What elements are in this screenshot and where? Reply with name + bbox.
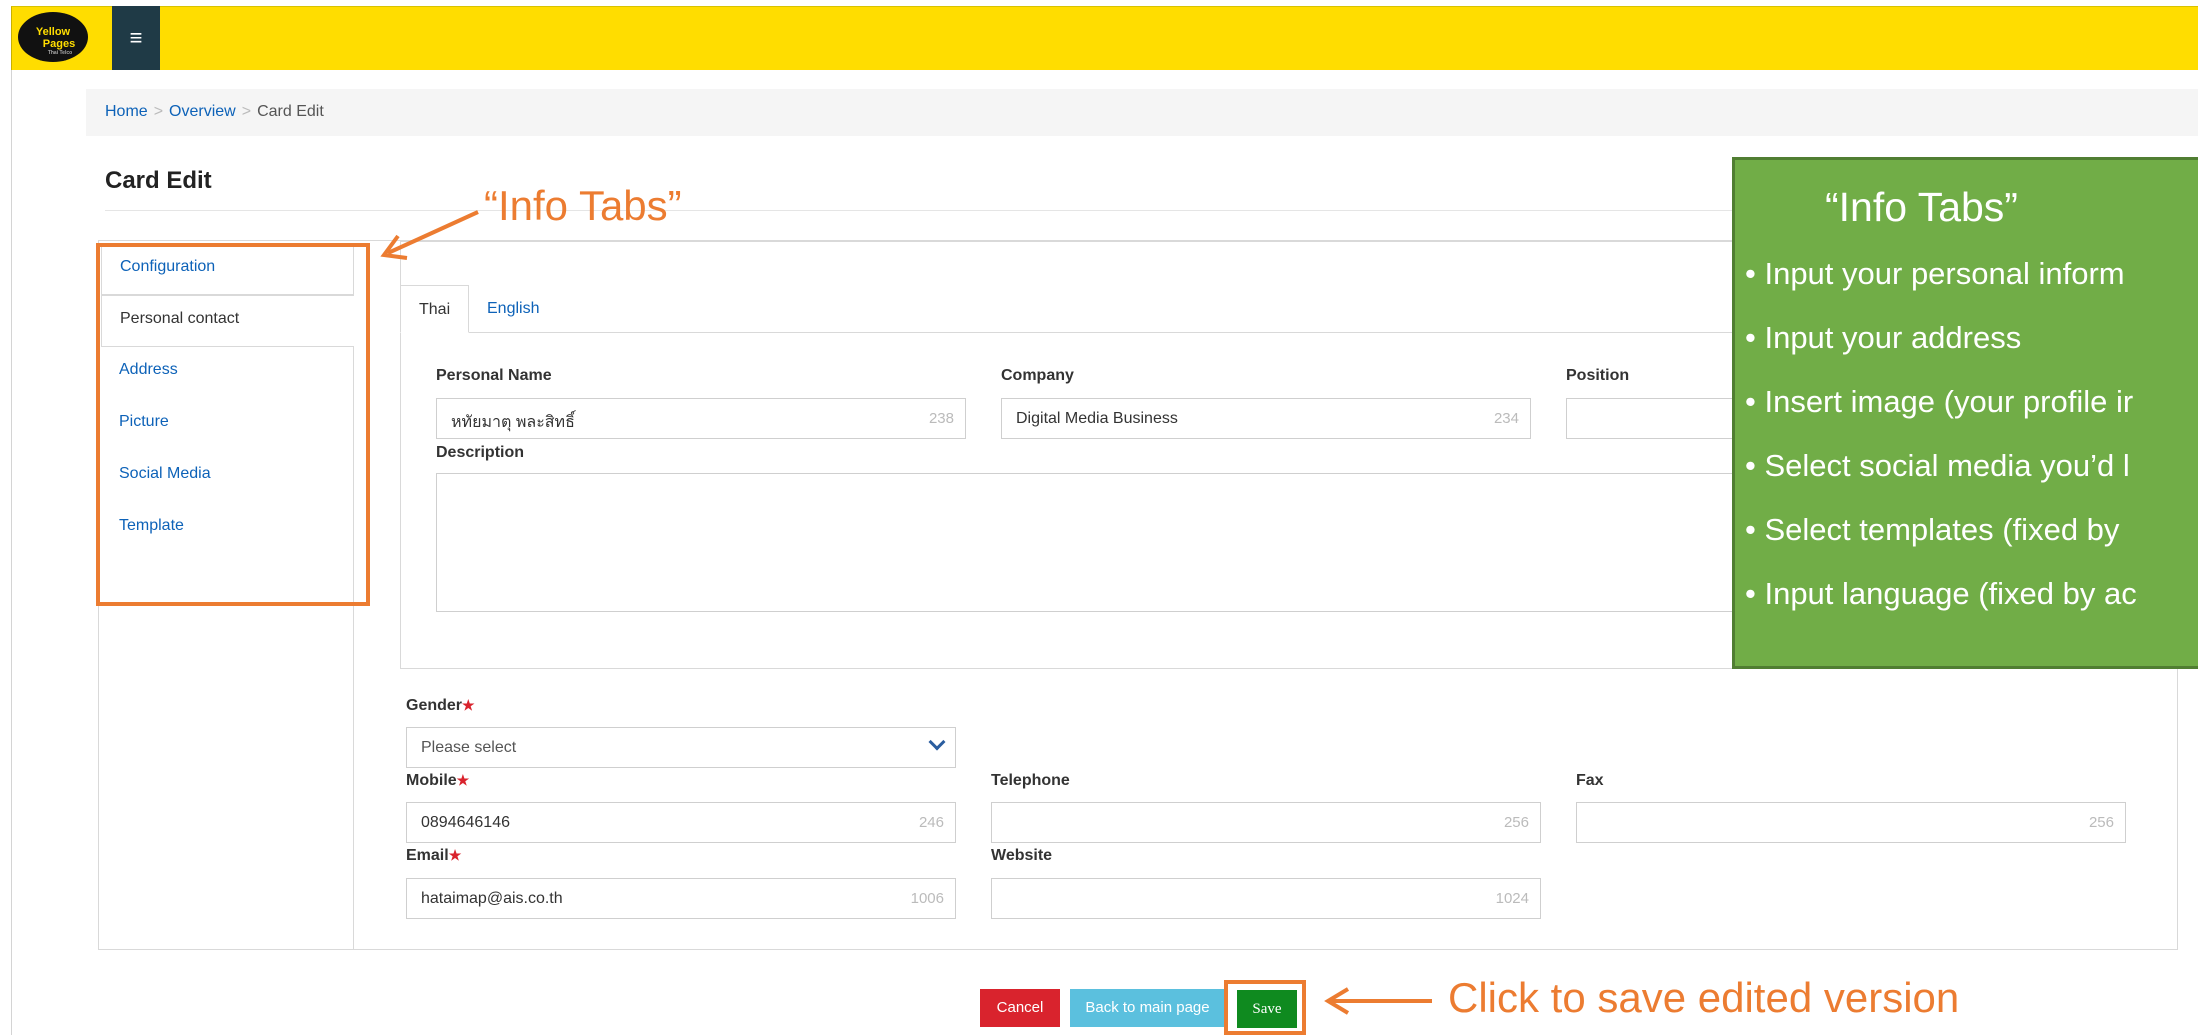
personal-name-counter: 238 [928, 410, 954, 427]
gender-select[interactable]: Please select [406, 727, 956, 768]
personal-name-value: หทัยมาตุ พละสิทธิ์ [451, 414, 575, 431]
breadcrumb-separator: > [153, 103, 164, 120]
fax-counter: 256 [2088, 814, 2114, 831]
mobile-counter: 246 [918, 814, 944, 831]
save-callout: Click to save edited version [1448, 974, 1960, 1021]
top-header-bar [11, 6, 2198, 70]
logo-text-line1: Yellow [35, 26, 71, 38]
gender-label-text: Gender [406, 697, 463, 714]
page-left-border [11, 70, 12, 1035]
tab-english[interactable]: English [469, 285, 557, 333]
position-label: Position [1566, 367, 1630, 384]
website-label: Website [991, 847, 1053, 864]
email-input[interactable]: hataimap@ais.co.th 1006 [406, 878, 956, 919]
mobile-input[interactable]: 0894646146 246 [406, 802, 956, 843]
page-title: Card Edit [105, 167, 212, 194]
save-highlight-box [1224, 980, 1306, 1035]
mobile-label: Mobile★ [406, 772, 469, 790]
logo-text-line2: Pages [42, 38, 76, 50]
explanation-item: • Select templates (fixed by [1745, 512, 2120, 547]
explanation-item: • Input your personal inform [1745, 256, 2125, 291]
explanation-item: • Insert image (your profile ir [1745, 384, 2134, 419]
breadcrumb: Home > Overview > Card Edit [86, 89, 2198, 136]
hamburger-icon[interactable]: ≡ [112, 6, 160, 70]
explanation-item: • Input language (fixed by ac [1745, 576, 2137, 611]
email-value: hataimap@ais.co.th [421, 890, 563, 907]
fax-input[interactable]: 256 [1576, 802, 2126, 843]
required-mark: ★ [448, 847, 462, 863]
telephone-label: Telephone [991, 772, 1070, 789]
explanation-title: “Info Tabs” [1825, 184, 2018, 230]
mobile-label-text: Mobile [406, 772, 457, 789]
required-mark: ★ [462, 697, 475, 713]
email-label-text: Email [406, 847, 449, 864]
explanation-item: • Input your address [1745, 320, 2022, 355]
info-tabs-explanation-box: “Info Tabs” • Input your personal inform… [1732, 157, 2198, 669]
description-label: Description [436, 444, 525, 461]
explanation-item: • Select social media you’d l [1745, 448, 2130, 483]
email-label: Email★ [406, 847, 461, 865]
company-value: Digital Media Business [1016, 410, 1178, 427]
personal-name-input[interactable]: หทัยมาตุ พละสิทธิ์ 238 [436, 398, 966, 439]
personal-name-label: Personal Name [436, 367, 552, 384]
yellow-pages-logo[interactable]: Yellow Pages Thai Telco [18, 12, 88, 62]
website-input[interactable]: 1024 [991, 878, 1541, 919]
breadcrumb-home[interactable]: Home [105, 103, 148, 120]
company-counter: 234 [1493, 410, 1519, 427]
email-counter: 1006 [910, 890, 944, 907]
info-tabs-callout: “Info Tabs” [484, 182, 682, 229]
cancel-button[interactable]: Cancel [980, 989, 1060, 1027]
breadcrumb-separator: > [241, 103, 252, 120]
mobile-value: 0894646146 [421, 814, 510, 831]
breadcrumb-overview[interactable]: Overview [169, 103, 236, 120]
company-input[interactable]: Digital Media Business 234 [1001, 398, 1531, 439]
info-tabs-highlight-box [96, 243, 370, 606]
breadcrumb-current: Card Edit [257, 103, 324, 120]
logo-text-line3: Thai Telco [47, 50, 73, 56]
website-counter: 1024 [1495, 890, 1529, 907]
gender-selected-value: Please select [421, 739, 517, 756]
fax-label: Fax [1576, 772, 1604, 789]
tab-thai[interactable]: Thai [400, 285, 470, 333]
telephone-input[interactable]: 256 [991, 802, 1541, 843]
back-to-main-button[interactable]: Back to main page [1070, 989, 1225, 1027]
required-mark: ★ [456, 772, 470, 788]
gender-label: Gender★ [406, 697, 475, 715]
company-label: Company [1001, 367, 1074, 384]
chevron-down-icon [928, 733, 946, 751]
telephone-counter: 256 [1503, 814, 1529, 831]
save-arrow [1324, 987, 1432, 1015]
